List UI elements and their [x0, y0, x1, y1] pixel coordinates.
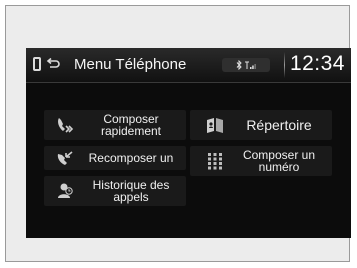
phone-icon: [33, 57, 41, 71]
speed-dial-button[interactable]: Composer rapidement: [44, 110, 186, 140]
clock: 12:34: [289, 52, 345, 75]
clock-separator: [284, 52, 285, 78]
phonebook-icon: [204, 114, 226, 136]
header-bar: Menu Téléphone 12:34: [26, 48, 351, 83]
speed-dial-label: Composer rapidement: [100, 112, 162, 138]
bluetooth-icon: [236, 60, 242, 70]
page-title: Menu Téléphone: [74, 56, 187, 73]
signal-icon: [245, 61, 256, 69]
keypad-icon: [204, 150, 226, 172]
screenshot-frame: Menu Téléphone 12:34 Composer rapidement…: [5, 5, 351, 262]
redial-label: Recomposer un: [88, 151, 174, 165]
dial-number-label: Composer un numéro: [242, 148, 316, 174]
call-history-label: Historique des appels: [92, 178, 170, 204]
call-history-button[interactable]: Historique des appels: [44, 176, 186, 206]
redial-icon: [54, 147, 76, 169]
speed-dial-icon: [54, 114, 76, 136]
phone-menu-screen: Menu Téléphone 12:34 Composer rapidement…: [26, 48, 351, 238]
phonebook-button[interactable]: Répertoire: [190, 110, 332, 140]
call-history-icon: [54, 180, 76, 202]
redial-button[interactable]: Recomposer un: [44, 146, 186, 170]
dial-number-button[interactable]: Composer un numéro: [190, 146, 332, 176]
status-indicator: [222, 58, 270, 72]
phonebook-label: Répertoire: [246, 117, 312, 133]
back-icon[interactable]: [46, 57, 60, 71]
